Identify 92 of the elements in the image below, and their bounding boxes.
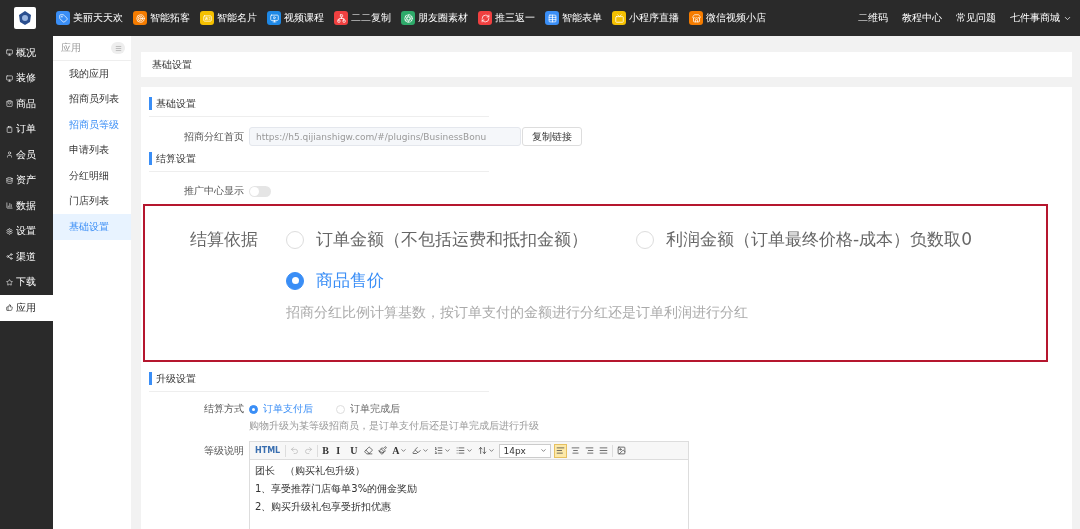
subnav-item[interactable]: 我的应用 — [53, 61, 131, 87]
breadcrumb: 基础设置 — [141, 52, 1072, 77]
format-button[interactable]: I — [335, 443, 347, 458]
html-button[interactable]: HTML — [253, 443, 283, 458]
format-button[interactable]: U — [349, 443, 361, 458]
caret-icon — [540, 447, 548, 454]
nav-app-link[interactable]: 美丽天天欢 — [56, 11, 123, 25]
format-button[interactable]: A — [391, 443, 409, 458]
nav-app-link[interactable]: 视频课程 — [267, 11, 324, 25]
store-dropdown[interactable]: 七件事商城 — [1010, 11, 1072, 25]
top-link[interactable]: 常见问题 — [956, 11, 996, 25]
line-height-icon — [478, 446, 488, 455]
toolbar-button[interactable] — [554, 443, 568, 458]
align-center-icon — [571, 446, 581, 455]
nav-app-link[interactable]: 智能表单 — [545, 11, 602, 25]
menu-item-icon — [6, 151, 13, 159]
menu-item-icon — [6, 49, 13, 57]
toolbar-button[interactable] — [377, 443, 389, 458]
sidebar-item[interactable]: 订单 — [0, 116, 53, 142]
field-label: 推广中心显示 — [183, 184, 244, 198]
field-label: 招商分红首页 — [183, 129, 244, 144]
sidebar-item[interactable]: 装修 — [0, 65, 53, 91]
field-label: 结算方式 — [203, 402, 244, 416]
radio-option[interactable]: 利润金额（订单最终价格-成本）负数取0 — [636, 228, 972, 251]
section-title: 基础设置 — [149, 97, 196, 110]
brush-icon — [378, 446, 388, 455]
sidebar-item[interactable]: 设置 — [0, 218, 53, 244]
copy-link-button[interactable]: 复制链接 — [522, 127, 582, 146]
nav-app-link[interactable]: 智能名片 — [200, 11, 257, 25]
format-button[interactable]: B — [321, 443, 333, 458]
radio-option[interactable]: 订单金额（不包括运费和抵扣金额） — [286, 228, 588, 251]
nav-app-link[interactable]: 二二复制 — [334, 11, 391, 25]
subnav-item[interactable]: 招商员列表 — [53, 86, 131, 112]
highlighter-icon — [412, 446, 422, 455]
menu-item-icon — [6, 74, 13, 82]
sidebar-item[interactable]: 概况 — [0, 40, 53, 66]
radio-button[interactable] — [286, 271, 304, 290]
sidebar-item[interactable]: 渠道 — [0, 244, 53, 270]
nav-app-link[interactable]: 朋友圈素材 — [401, 11, 468, 25]
hint-text: 招商分红比例计算基数，按订单支付的金额进行分红还是订单利润进行分红 — [285, 304, 749, 322]
undo-icon — [290, 446, 300, 455]
menu-item-icon — [6, 125, 13, 133]
eraser-icon — [364, 446, 374, 455]
image-icon — [617, 446, 627, 455]
field-label: 结算依据 — [190, 228, 259, 251]
align-right-icon — [585, 446, 595, 455]
logo-icon[interactable] — [14, 7, 36, 29]
radio-button[interactable] — [249, 404, 258, 414]
section-title: 结算设置 — [149, 152, 196, 165]
hint-text: 购物升级为某等级招商员，是订单支付后还是订单完成后进行升级 — [248, 419, 540, 433]
redo-icon — [304, 446, 314, 455]
menu-item-icon — [6, 304, 13, 312]
bullet-list-icon — [456, 446, 466, 455]
justify-icon — [599, 446, 609, 455]
menu-item-icon — [6, 278, 13, 286]
subnav-item[interactable]: 申请列表 — [53, 137, 131, 163]
radio-option[interactable]: 订单支付后 — [249, 402, 313, 416]
sidebar-item[interactable]: 会员 — [0, 142, 53, 168]
sidebar-item[interactable]: 应用 — [0, 295, 53, 321]
toggle-switch[interactable] — [249, 185, 271, 197]
align-left-icon — [556, 446, 566, 455]
field-label: 等级说明 — [203, 444, 244, 458]
editor-text-line: 1、享受推荐门店每单3%的佣金奖励 — [255, 482, 419, 496]
nav-app-link[interactable]: 微信视频小店 — [689, 11, 766, 25]
nav-app-link[interactable]: 推三返一 — [478, 11, 535, 25]
subnav-title: 应用 — [61, 41, 81, 55]
sidebar-item[interactable]: 资产 — [0, 167, 53, 193]
menu-item-icon — [6, 202, 13, 210]
nav-app-link[interactable]: 智能拓客 — [133, 11, 190, 25]
subnav-item[interactable]: 门店列表 — [53, 188, 131, 214]
menu-icon — [114, 44, 122, 52]
menu-item-icon — [6, 227, 13, 235]
menu-item-icon — [6, 100, 13, 108]
toolbar-button[interactable] — [616, 443, 628, 458]
nav-app-link[interactable]: 小程序直播 — [612, 11, 679, 25]
top-link[interactable]: 教程中心 — [902, 11, 942, 25]
editor-text-line: 团长 （购买礼包升级） — [255, 464, 366, 478]
subnav-item[interactable]: 分红明细 — [53, 163, 131, 189]
editor-text-line: 2、购买升级礼包享受折扣优惠 — [255, 500, 393, 514]
sidebar-item[interactable]: 商品 — [0, 91, 53, 117]
top-link[interactable]: 二维码 — [858, 11, 888, 25]
sidebar-item[interactable]: 数据 — [0, 193, 53, 219]
sidebar-item[interactable]: 下载 — [0, 269, 53, 295]
menu-item-icon — [6, 253, 13, 261]
numbered-list-icon — [434, 446, 444, 455]
menu-button[interactable] — [111, 42, 125, 54]
rich-text-editor[interactable]: HTML B I U A 14px 团长 （购买礼包升级） 1、享受推荐门店每单3%的佣金奖励 2、购买升级礼包享受折扣优惠 — [249, 441, 689, 529]
menu-item-icon — [6, 176, 13, 184]
subnav-item[interactable]: 招商员等级 — [53, 112, 131, 138]
font-size-select[interactable]: 14px — [499, 443, 552, 458]
section-title: 升级设置 — [149, 372, 196, 385]
radio-option[interactable]: 订单完成后 — [336, 402, 400, 416]
